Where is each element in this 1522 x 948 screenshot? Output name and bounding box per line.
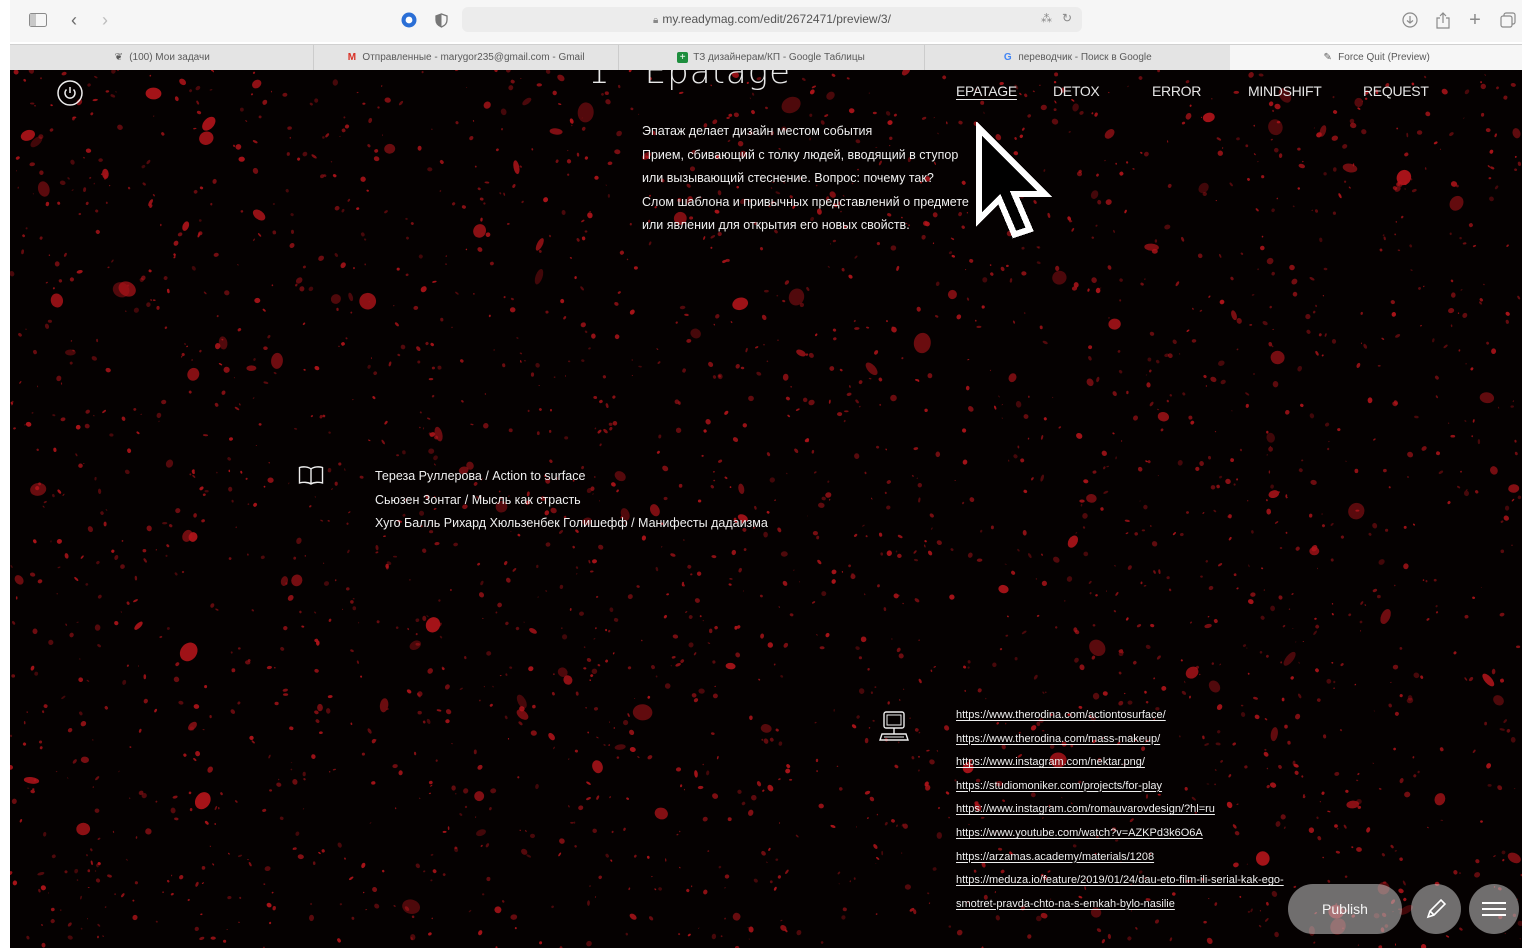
book-list: Тереза Руллерова / Action to surface Сью… — [375, 465, 768, 536]
download-icon[interactable] — [1400, 9, 1420, 31]
tab-tasks[interactable]: ❦ (100) Мои задачи — [10, 45, 314, 70]
privacy-shield-icon[interactable] — [433, 9, 449, 31]
resource-link[interactable]: https://www.youtube.com/watch?v=AZKPd3k6… — [956, 822, 1284, 846]
resource-link[interactable]: https://www.instagram.com/romauvarovdesi… — [956, 798, 1284, 822]
resource-link[interactable]: https://www.therodina.com/mass-makeup/ — [956, 728, 1284, 752]
tab-force-quit[interactable]: ✎ Force Quit (Preview) — [1230, 45, 1522, 70]
hamburger-icon — [1482, 902, 1506, 916]
page-canvas: 1 Epatage EPATAGE DETOX ERROR MINDSHIFT R… — [10, 70, 1522, 948]
tab-label: переводчик - Поиск в Google — [1018, 52, 1152, 63]
tab-label: (100) Мои задачи — [129, 52, 210, 63]
address-bar[interactable]: 🔒︎ my.readymag.com/edit/2672471/preview/3… — [462, 7, 1082, 32]
preview-icon: ✎ — [1323, 52, 1332, 63]
new-tab-icon[interactable]: + — [1465, 9, 1485, 31]
browser-toolbar: ‹ › 🔒︎ my.readymag.com/edit/2672471/previ… — [10, 0, 1522, 42]
translate-icon[interactable]: ⁂ — [1041, 12, 1052, 25]
pencil-icon — [1426, 898, 1447, 919]
tab-label: Отправленные - marygor235@gmail.com - Gm… — [362, 52, 585, 63]
resource-link[interactable]: https://www.instagram.com/nektar.png/ — [956, 751, 1284, 775]
sheets-icon: + — [677, 52, 689, 63]
computer-icon — [879, 710, 909, 744]
nav-mindshift[interactable]: MINDSHIFT — [1248, 83, 1322, 99]
publish-button[interactable]: Publish — [1288, 884, 1402, 934]
resource-link[interactable]: https://www.therodina.com/actiontosurfac… — [956, 704, 1284, 728]
url-text: my.readymag.com/edit/2672471/preview/3/ — [662, 12, 891, 26]
pocket-task-icon: ❦ — [114, 52, 123, 63]
page-title: 1 Epatage — [588, 70, 791, 92]
share-icon[interactable] — [1433, 9, 1453, 31]
back-icon[interactable]: ‹ — [66, 9, 82, 31]
tab-overview-icon[interactable] — [1498, 9, 1518, 31]
book-item: Сьюзен Зонтаг / Мысль как страсть — [375, 492, 581, 507]
nav-error[interactable]: ERROR — [1152, 83, 1201, 99]
tab-gmail[interactable]: M Отправленные - marygor235@gmail.com - G… — [313, 45, 619, 70]
edit-pencil-button[interactable] — [1411, 884, 1461, 934]
tab-label: ТЗ дизайнерам/КП - Google Таблицы — [693, 52, 865, 63]
tab-bar: ❦ (100) Мои задачи M Отправленные - marygo… — [10, 44, 1522, 71]
sidebar-toggle-icon[interactable] — [28, 9, 48, 31]
resource-link[interactable]: https://studiomoniker.com/projects/for-p… — [956, 775, 1284, 799]
book-item: Тереза Руллерова / Action to surface — [375, 469, 586, 483]
resource-link[interactable]: https://arzamas.academy/materials/1208 — [956, 846, 1284, 870]
book-item: Хуго Балль Рихард Хюльзенбек Голишефф / … — [375, 516, 768, 531]
link-list: https://www.therodina.com/actiontosurfac… — [956, 704, 1284, 916]
power-icon[interactable] — [57, 80, 83, 106]
nav-epatage[interactable]: EPATAGE — [956, 83, 1017, 99]
title-word: Epatage — [644, 70, 792, 92]
resource-link[interactable]: smotret-pravda-chto-na-s-emkah-bylo-nasi… — [956, 893, 1284, 917]
lock-icon: 🔒︎ — [653, 15, 659, 26]
book-icon — [298, 465, 324, 485]
tab-sheets[interactable]: + ТЗ дизайнерам/КП - Google Таблицы — [618, 45, 925, 70]
tab-label: Force Quit (Preview) — [1338, 52, 1430, 63]
menu-button[interactable] — [1469, 884, 1519, 934]
nav-request[interactable]: REQUEST — [1363, 83, 1429, 99]
tab-google-search[interactable]: Gпереводчик - Поиск в Google — [924, 45, 1231, 70]
reload-icon[interactable]: ↻ — [1062, 11, 1072, 25]
pixel-cursor-icon — [974, 120, 1060, 256]
title-number: 1 — [588, 70, 611, 92]
extension-shield-icon[interactable] — [400, 9, 418, 31]
nav-detox[interactable]: DETOX — [1053, 83, 1100, 99]
google-icon: G — [1003, 52, 1012, 63]
gmail-icon: M — [347, 52, 357, 63]
forward-icon[interactable]: › — [97, 9, 113, 31]
resource-link[interactable]: https://meduza.io/feature/2019/01/24/dau… — [956, 869, 1284, 893]
